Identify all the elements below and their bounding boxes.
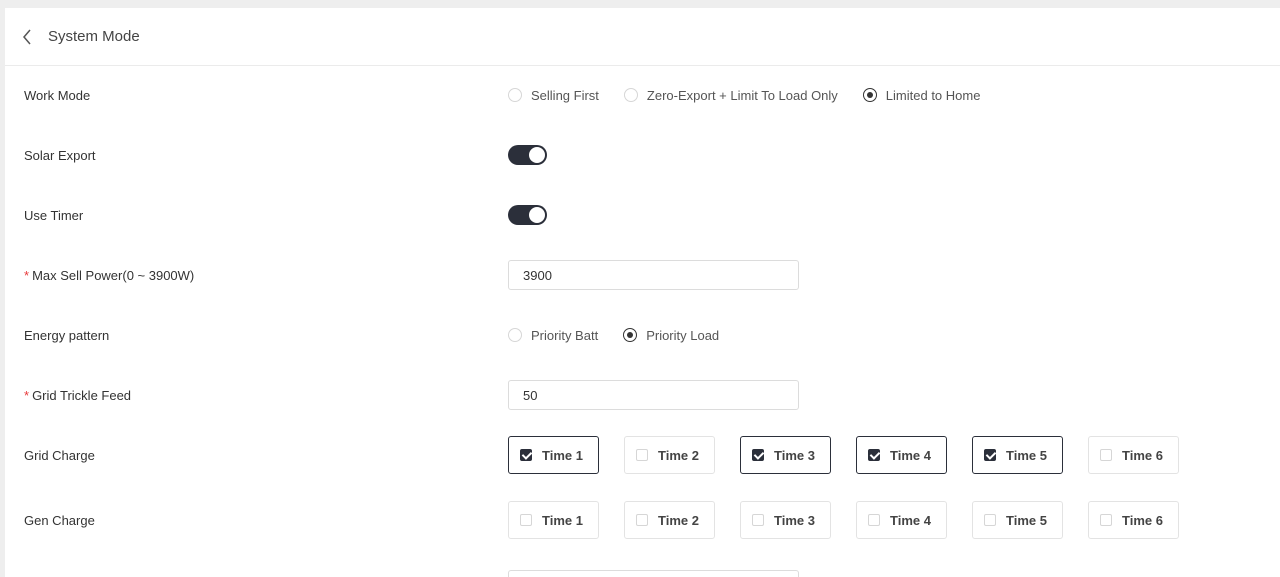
gen-charge-row: Gen Charge Time 1 Time 2 Time 3 Time 4 T…	[5, 500, 1280, 540]
energy-pattern-option-priority-load[interactable]: Priority Load	[623, 328, 719, 343]
use-timer-row: Use Timer	[5, 195, 1280, 235]
max-sell-power-row: * Max Sell Power(0 ~ 3900W)	[5, 255, 1280, 295]
checkbox[interactable]	[984, 514, 996, 526]
label-text: Grid Trickle Feed	[32, 387, 132, 403]
checkbox-label: Time 3	[774, 512, 815, 528]
checkbox-label: Time 3	[774, 447, 815, 463]
chevron-left-icon	[23, 29, 31, 44]
checkbox[interactable]	[752, 449, 764, 461]
checkbox-label: Time 2	[658, 512, 699, 528]
radio-label: Selling First	[531, 87, 599, 103]
label-text: Max Sell Power(0 ~ 3900W)	[32, 267, 195, 283]
checkbox[interactable]	[868, 449, 880, 461]
back-button[interactable]	[19, 26, 35, 48]
grid-charge-time-2[interactable]: Time 2	[624, 436, 715, 474]
radio-button[interactable]	[508, 328, 522, 342]
work-mode-option-limited-to-home[interactable]: Limited to Home	[862, 87, 981, 103]
checkbox-label: Time 1	[542, 512, 583, 528]
work-mode-radio-group: Selling First Zero-Export + Limit To Loa…	[508, 88, 1005, 103]
energy-pattern-row: Energy pattern Priority Batt Priority Lo…	[5, 315, 1280, 355]
gen-charge-label: Gen Charge	[24, 512, 95, 528]
grid-charge-time-3[interactable]: Time 3	[740, 436, 831, 474]
radio-label: Priority Load	[646, 327, 720, 343]
energy-pattern-label: Energy pattern	[24, 327, 110, 343]
checkbox-label: Time 1	[542, 447, 583, 463]
checkbox[interactable]	[1100, 449, 1112, 461]
grid-charge-checkbox-group: Time 1 Time 2 Time 3 Time 4 Time 5 Time …	[508, 436, 1204, 474]
radio-button[interactable]	[623, 88, 638, 102]
work-mode-option-selling-first[interactable]: Selling First	[508, 88, 599, 103]
checkbox[interactable]	[636, 514, 648, 526]
work-mode-option-zero-export[interactable]: Zero-Export + Limit To Load Only	[623, 87, 838, 103]
checkbox[interactable]	[520, 449, 532, 461]
checkbox[interactable]	[868, 514, 880, 526]
gen-charge-time-1[interactable]: Time 1	[508, 501, 599, 539]
grid-charge-label: Grid Charge	[24, 447, 95, 463]
checkbox-label: Time 5	[1006, 512, 1047, 528]
gen-charge-checkbox-group: Time 1 Time 2 Time 3 Time 4 Time 5 Time …	[508, 501, 1204, 539]
checkbox-label: Time 6	[1122, 447, 1163, 463]
required-mark: *	[24, 267, 30, 283]
page-title: System Mode	[48, 28, 140, 45]
grid-charge-time-4[interactable]: Time 4	[856, 436, 947, 474]
solar-export-row: Solar Export	[5, 135, 1280, 175]
toggle-knob	[529, 147, 545, 163]
gen-charge-time-5[interactable]: Time 5	[972, 501, 1063, 539]
radio-label: Zero-Export + Limit To Load Only	[646, 87, 838, 103]
radio-label: Limited to Home	[885, 87, 981, 103]
radio-button[interactable]	[508, 88, 522, 102]
checkbox[interactable]	[984, 449, 996, 461]
checkbox-label: Time 6	[1122, 512, 1163, 528]
grid-charge-time-5[interactable]: Time 5	[972, 436, 1063, 474]
toggle-knob	[529, 207, 545, 223]
checkbox-label: Time 2	[658, 447, 699, 463]
gen-charge-time-4[interactable]: Time 4	[856, 501, 947, 539]
max-sell-power-input[interactable]	[508, 260, 799, 290]
energy-pattern-radio-group: Priority Batt Priority Load	[508, 328, 744, 343]
solar-export-toggle[interactable]	[508, 145, 547, 165]
use-timer-toggle[interactable]	[508, 205, 547, 225]
grid-trickle-feed-label: * Grid Trickle Feed	[24, 388, 131, 403]
radio-label: Priority Batt	[531, 327, 599, 343]
system-mode-panel: System Mode Work Mode Selling First Zero…	[5, 8, 1280, 577]
checkbox[interactable]	[520, 514, 532, 526]
grid-charge-time-1[interactable]: Time 1	[508, 436, 599, 474]
gen-charge-time-2[interactable]: Time 2	[624, 501, 715, 539]
work-mode-row: Work Mode Selling First Zero-Export + Li…	[5, 75, 1280, 115]
grid-charge-time-6[interactable]: Time 6	[1088, 436, 1179, 474]
checkbox-label: Time 5	[1006, 447, 1047, 463]
grid-charge-row: Grid Charge Time 1 Time 2 Time 3 Time 4 …	[5, 435, 1280, 475]
checkbox-label: Time 4	[890, 447, 931, 463]
checkbox-label: Time 4	[890, 512, 931, 528]
radio-button-selected[interactable]	[862, 88, 877, 102]
radio-button-selected[interactable]	[623, 328, 638, 342]
gen-charge-time-3[interactable]: Time 3	[740, 501, 831, 539]
work-mode-label: Work Mode	[24, 87, 91, 103]
energy-pattern-option-priority-batt[interactable]: Priority Batt	[508, 328, 598, 343]
checkbox[interactable]	[1100, 514, 1112, 526]
required-mark: *	[24, 387, 30, 403]
checkbox[interactable]	[752, 514, 764, 526]
checkbox[interactable]	[636, 449, 648, 461]
next-field-input-partial[interactable]	[508, 570, 799, 577]
max-sell-power-label: * Max Sell Power(0 ~ 3900W)	[24, 268, 194, 283]
gen-charge-time-6[interactable]: Time 6	[1088, 501, 1179, 539]
use-timer-label: Use Timer	[24, 207, 84, 223]
solar-export-label: Solar Export	[24, 147, 96, 163]
page-header: System Mode	[5, 8, 1280, 66]
grid-trickle-feed-row: * Grid Trickle Feed	[5, 375, 1280, 415]
grid-trickle-feed-input[interactable]	[508, 380, 799, 410]
